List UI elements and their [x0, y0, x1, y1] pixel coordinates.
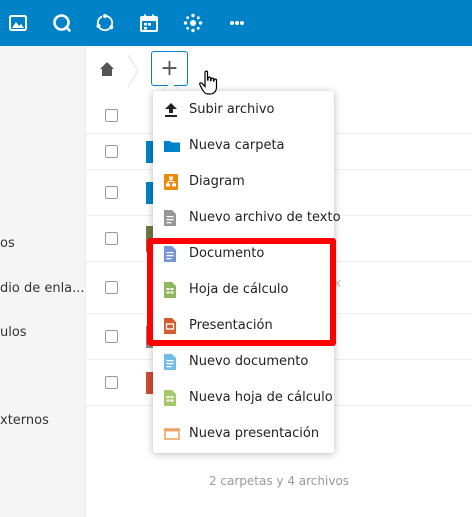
- new-presentation-icon: [164, 426, 180, 442]
- document-icon: [164, 246, 178, 262]
- more-icon[interactable]: [225, 11, 249, 35]
- spreadsheet-icon: [164, 282, 178, 298]
- menu-item-new-spreadsheet[interactable]: Nueva hoja de cálculo: [153, 380, 334, 416]
- gallery-icon[interactable]: [6, 11, 30, 35]
- file-count-summary: 2 carpetas y 4 archivos: [208, 474, 350, 488]
- menu-item-label: Nueva hoja de cálculo: [189, 390, 333, 405]
- presentation-icon: [164, 318, 178, 334]
- diagram-icon: [164, 174, 178, 190]
- new-spreadsheet-icon: [164, 390, 178, 406]
- select-all-checkbox[interactable]: [105, 109, 118, 122]
- menu-item-new-presentation[interactable]: Nueva presentación: [153, 416, 334, 452]
- row-checkbox[interactable]: [105, 186, 118, 199]
- menu-item-spreadsheet[interactable]: Hoja de cálculo: [153, 272, 334, 308]
- sidebar-item-label[interactable]: os: [0, 236, 15, 251]
- home-icon[interactable]: [99, 61, 115, 77]
- row-trailing-mark: x: [334, 276, 342, 290]
- new-file-button[interactable]: +: [151, 51, 188, 86]
- menu-item-diagram[interactable]: Diagram: [153, 164, 334, 200]
- new-document-icon: [164, 354, 178, 370]
- menu-item-label: Nueva carpeta: [189, 138, 285, 153]
- menu-item-label: Documento: [189, 246, 265, 261]
- row-checkbox[interactable]: [105, 330, 118, 343]
- row-checkbox[interactable]: [105, 281, 118, 294]
- menu-item-document[interactable]: Documento: [153, 236, 334, 272]
- menu-item-label: Nuevo documento: [189, 354, 309, 369]
- new-file-menu: Subir archivo Nueva carpeta Diagram Nuev…: [153, 91, 341, 453]
- settings-icon[interactable]: [181, 11, 205, 35]
- folder-icon: [164, 138, 180, 154]
- activity-icon[interactable]: [93, 11, 117, 35]
- menu-item-label: Nuevo archivo de texto: [189, 210, 341, 225]
- hand-cursor-icon: [199, 70, 219, 96]
- menu-item-label: Hoja de cálculo: [189, 282, 289, 297]
- breadcrumb-separator: [126, 54, 140, 88]
- text-file-icon: [164, 210, 178, 226]
- menu-item-label: Presentación: [189, 318, 273, 333]
- app-header: [0, 0, 472, 46]
- menu-item-new-folder[interactable]: Nueva carpeta: [153, 128, 334, 164]
- sidebar: os dio de enla... ulos xternos: [0, 46, 86, 517]
- sidebar-item-label[interactable]: xternos: [0, 413, 49, 428]
- calendar-icon[interactable]: [137, 11, 161, 35]
- menu-item-label: Nueva presentación: [189, 426, 320, 441]
- sidebar-item-label[interactable]: ulos: [0, 325, 27, 340]
- menu-item-label: Subir archivo: [189, 102, 275, 117]
- menu-item-upload-file[interactable]: Subir archivo: [153, 92, 334, 128]
- menu-item-new-document[interactable]: Nuevo documento: [153, 344, 334, 380]
- upload-icon: [164, 102, 178, 118]
- row-checkbox[interactable]: [105, 376, 118, 389]
- sidebar-item-label[interactable]: dio de enla...: [0, 281, 85, 296]
- row-checkbox[interactable]: [105, 232, 118, 245]
- menu-item-label: Diagram: [189, 174, 245, 189]
- search-icon[interactable]: [50, 11, 74, 35]
- row-checkbox[interactable]: [105, 145, 118, 158]
- menu-item-presentation[interactable]: Presentación: [153, 308, 334, 344]
- menu-item-new-text-file[interactable]: Nuevo archivo de texto: [153, 200, 341, 236]
